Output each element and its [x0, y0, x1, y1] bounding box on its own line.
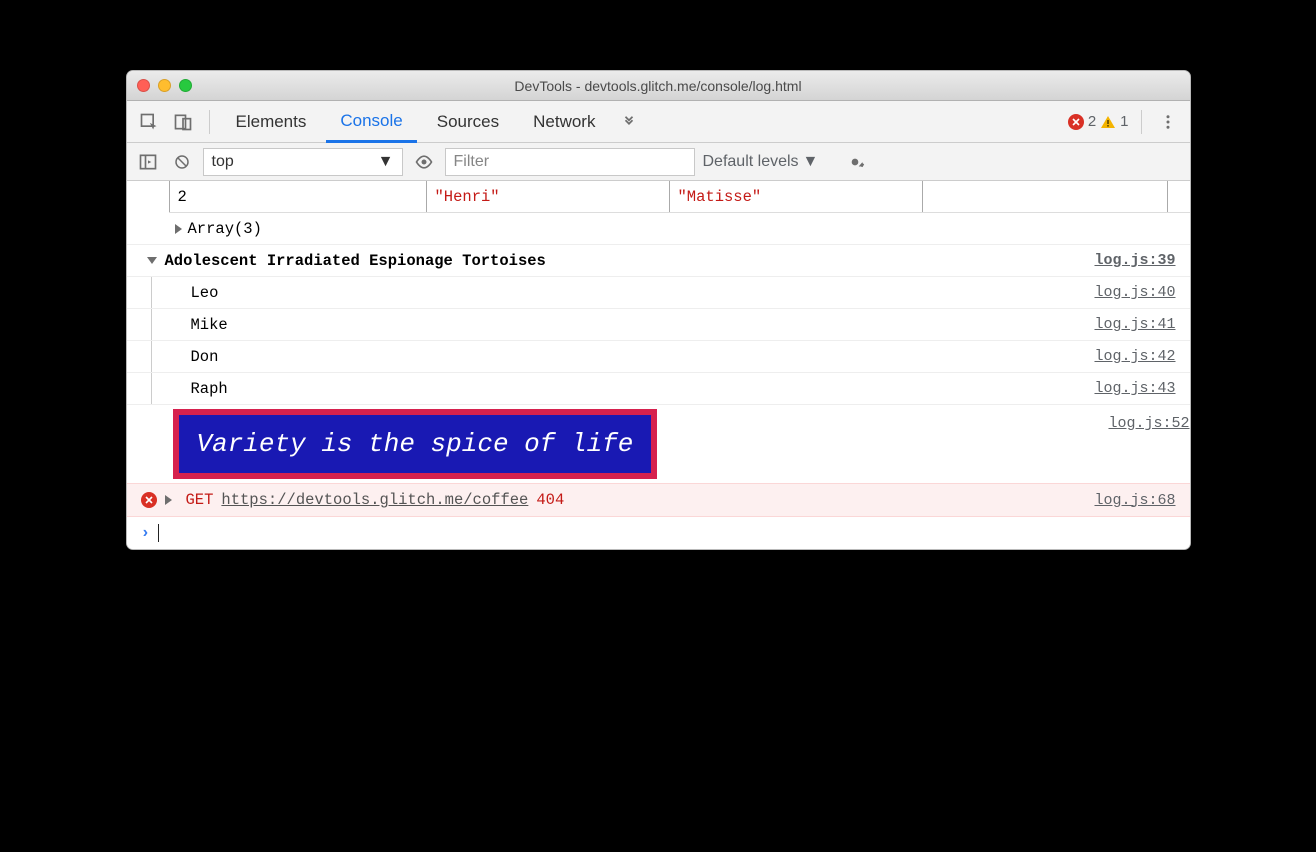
table-cell-empty — [923, 181, 1168, 212]
console-log-row[interactable]: Leo log.js:40 — [127, 277, 1190, 309]
inspect-element-icon[interactable] — [135, 108, 163, 136]
console-group-header[interactable]: Adolescent Irradiated Espionage Tortoise… — [127, 245, 1190, 277]
close-window-button[interactable] — [137, 79, 150, 92]
clear-console-icon[interactable] — [169, 149, 195, 175]
minimize-window-button[interactable] — [158, 79, 171, 92]
styled-log-row[interactable]: Variety is the spice of life log.js:52 — [127, 405, 1190, 483]
prompt-caret-icon: › — [141, 524, 151, 542]
styled-message: Variety is the spice of life — [173, 409, 658, 479]
log-text: Raph — [191, 380, 228, 398]
error-icon — [141, 492, 157, 508]
text-cursor — [158, 524, 159, 542]
array-label: Array(3) — [188, 220, 262, 238]
titlebar: DevTools - devtools.glitch.me/console/lo… — [127, 71, 1190, 101]
log-text: Leo — [191, 284, 219, 302]
tab-bar: Elements Console Sources Network 2 1 — [127, 101, 1190, 143]
source-link[interactable]: log.js:40 — [1094, 284, 1175, 301]
live-expression-icon[interactable] — [411, 149, 437, 175]
more-tabs-icon[interactable] — [615, 108, 643, 136]
warning-icon — [1100, 114, 1116, 130]
traffic-lights — [137, 79, 192, 92]
tab-elements[interactable]: Elements — [222, 101, 321, 143]
console-log-row[interactable]: Mike log.js:41 — [127, 309, 1190, 341]
levels-label: Default levels — [703, 153, 799, 171]
log-levels-selector[interactable]: Default levels ▼ — [703, 153, 819, 171]
console-output: 2 "Henri" "Matisse" Array(3) Adolescent … — [127, 181, 1190, 549]
error-warning-badges[interactable]: 2 1 — [1068, 113, 1129, 130]
http-status: 404 — [536, 491, 564, 509]
error-count: 2 — [1088, 113, 1096, 130]
dropdown-icon: ▼ — [803, 153, 819, 171]
maximize-window-button[interactable] — [179, 79, 192, 92]
source-link[interactable]: log.js:68 — [1094, 492, 1175, 509]
source-link[interactable]: log.js:39 — [1094, 252, 1175, 269]
table-cell-last: "Matisse" — [670, 181, 923, 212]
caret-down-icon — [147, 257, 157, 264]
source-link[interactable]: log.js:41 — [1094, 316, 1175, 333]
context-selector[interactable]: top ▼ — [203, 148, 403, 176]
error-url[interactable]: https://devtools.glitch.me/coffee — [221, 491, 528, 509]
devtools-window: DevTools - devtools.glitch.me/console/lo… — [126, 70, 1191, 550]
filter-input[interactable] — [445, 148, 695, 176]
console-log-row[interactable]: Don log.js:42 — [127, 341, 1190, 373]
table-row[interactable]: 2 "Henri" "Matisse" — [169, 181, 1190, 213]
warning-count: 1 — [1120, 113, 1128, 130]
console-log-row[interactable]: Raph log.js:43 — [127, 373, 1190, 405]
source-link[interactable]: log.js:43 — [1094, 380, 1175, 397]
table-cell-index: 2 — [169, 181, 427, 212]
group-title: Adolescent Irradiated Espionage Tortoise… — [165, 252, 546, 270]
sidebar-toggle-icon[interactable] — [135, 149, 161, 175]
separator — [209, 110, 210, 134]
caret-right-icon — [175, 224, 182, 234]
log-text: Don — [191, 348, 219, 366]
gear-icon[interactable] — [842, 149, 868, 175]
table-cell-first: "Henri" — [427, 181, 670, 212]
http-method: GET — [186, 491, 214, 509]
tab-network[interactable]: Network — [519, 101, 609, 143]
console-error-row[interactable]: GET https://devtools.glitch.me/coffee 40… — [127, 483, 1190, 517]
console-toolbar: top ▼ Default levels ▼ — [127, 143, 1190, 181]
array-expand-row[interactable]: Array(3) — [127, 213, 1190, 245]
kebab-menu-icon[interactable] — [1154, 108, 1182, 136]
tab-sources[interactable]: Sources — [423, 101, 513, 143]
error-icon — [1068, 114, 1084, 130]
dropdown-icon: ▼ — [378, 153, 394, 171]
source-link[interactable]: log.js:42 — [1094, 348, 1175, 365]
device-toolbar-icon[interactable] — [169, 108, 197, 136]
window-title: DevTools - devtools.glitch.me/console/lo… — [127, 78, 1190, 94]
source-link[interactable]: log.js:52 — [1108, 405, 1189, 432]
tab-console[interactable]: Console — [326, 101, 416, 143]
caret-right-icon — [165, 495, 172, 505]
console-prompt[interactable]: › — [127, 517, 1190, 549]
separator — [1141, 110, 1142, 134]
log-text: Mike — [191, 316, 228, 334]
context-label: top — [212, 153, 234, 171]
